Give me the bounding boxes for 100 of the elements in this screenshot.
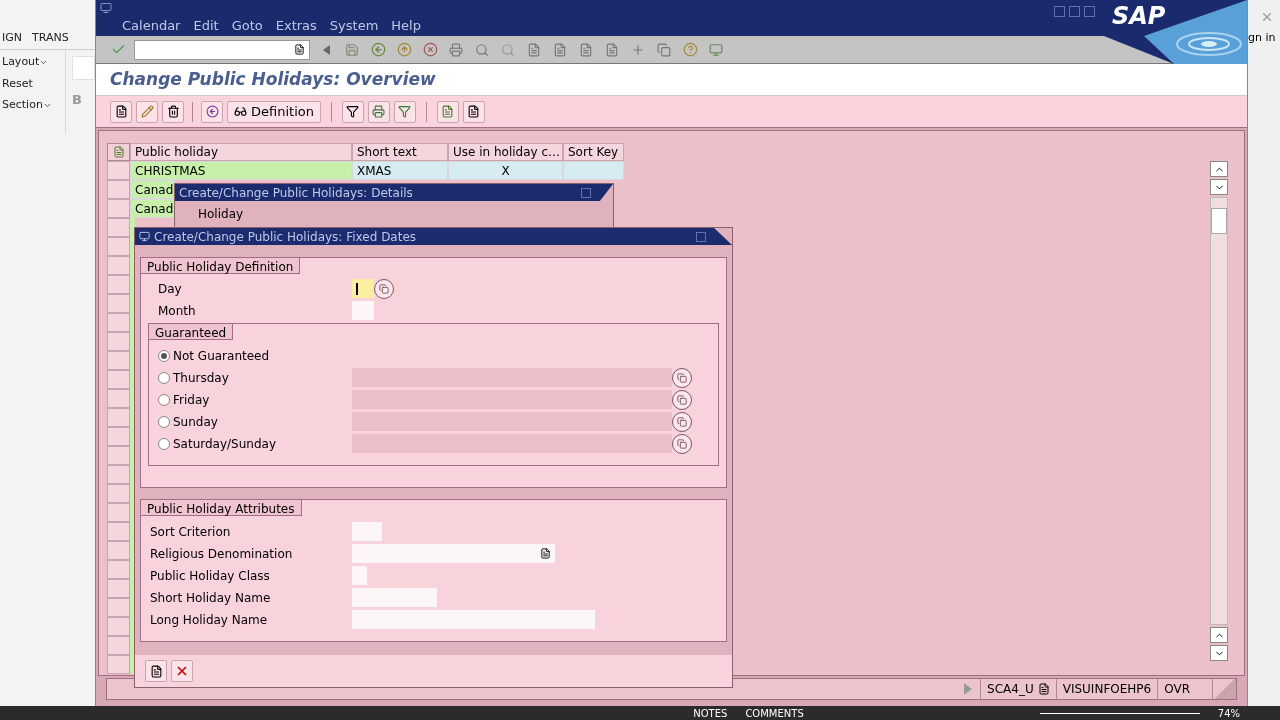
radio-option[interactable]: Thursday (158, 368, 352, 387)
command-field[interactable] (134, 39, 310, 60)
dropdown-icon (540, 548, 551, 559)
dropdown-field[interactable] (352, 544, 555, 563)
delete-button[interactable] (162, 100, 184, 123)
transfer-button[interactable] (201, 100, 223, 123)
menu-item[interactable]: System (329, 15, 379, 35)
sign-in-link[interactable]: gn in (1248, 30, 1280, 47)
group-title: Public Holiday Attributes (141, 500, 302, 516)
row-selector[interactable] (107, 218, 130, 237)
menu-item[interactable]: Calendar (122, 15, 181, 35)
value-help-button[interactable] (374, 278, 394, 299)
column-header[interactable]: Short text (352, 143, 448, 161)
row-selector[interactable] (107, 256, 130, 275)
menu-item[interactable]: Edit (193, 15, 219, 35)
close-icon[interactable] (581, 187, 591, 198)
row-selector[interactable] (107, 332, 130, 351)
scroll-thumb[interactable] (1211, 208, 1227, 234)
column-header[interactable]: Public holiday (130, 143, 352, 161)
expand-triangle-icon[interactable] (964, 683, 973, 695)
row-selector[interactable] (107, 503, 130, 522)
value-help-button[interactable] (672, 367, 692, 388)
new-button[interactable] (145, 660, 167, 682)
resize-grip-icon[interactable] (1212, 679, 1236, 699)
value-help-button[interactable] (672, 389, 692, 410)
row-selector[interactable] (107, 446, 130, 465)
ribbon-field[interactable] (72, 56, 95, 80)
row-selector[interactable] (107, 560, 130, 579)
ribbon-menu-item[interactable]: Layout (2, 54, 65, 71)
radio-option[interactable]: Sunday (158, 412, 352, 431)
input-field[interactable] (352, 522, 382, 541)
ribbon-menu-item[interactable]: Reset (2, 75, 65, 92)
row-selector[interactable] (107, 370, 130, 389)
row-selector[interactable] (107, 408, 130, 427)
maximize-icon[interactable] (1069, 6, 1080, 17)
column-header[interactable]: Sort Key (563, 143, 624, 161)
close-icon[interactable] (1260, 10, 1274, 24)
row-selector[interactable] (107, 598, 130, 617)
value-help-button[interactable] (672, 411, 692, 432)
input-field[interactable] (352, 301, 374, 320)
row-selector[interactable] (107, 351, 130, 370)
radio-option[interactable]: Friday (158, 390, 352, 409)
column-settings-button[interactable] (107, 143, 130, 161)
input-field[interactable] (352, 279, 374, 298)
close-icon[interactable] (696, 231, 706, 242)
row-selector[interactable] (107, 389, 130, 408)
row-selector[interactable] (107, 636, 130, 655)
menu-item[interactable]: Help (391, 15, 421, 35)
select-all-button[interactable] (436, 100, 459, 123)
input-field[interactable] (352, 434, 672, 453)
column-header[interactable]: Use in holiday c… (448, 143, 563, 161)
status-field: OVR (1164, 680, 1190, 698)
row-selector[interactable] (107, 199, 130, 218)
windows-icon (677, 416, 687, 427)
new-entry-button[interactable] (110, 100, 132, 123)
row-selector[interactable] (107, 484, 130, 503)
input-field[interactable] (352, 368, 672, 387)
input-field[interactable] (352, 588, 437, 607)
input-field[interactable] (352, 610, 595, 629)
row-selector[interactable] (107, 465, 130, 484)
row-selector[interactable] (107, 617, 130, 636)
row-selector[interactable] (107, 541, 130, 560)
radio-option[interactable]: Not Guaranteed (158, 346, 352, 365)
input-field[interactable] (352, 390, 672, 409)
radio-option[interactable]: Saturday/Sunday (158, 434, 352, 453)
scroll-down-button[interactable] (1210, 179, 1228, 195)
notes-button[interactable]: NOTES (693, 705, 728, 720)
row-selector[interactable] (107, 180, 130, 199)
minimize-icon[interactable] (1054, 6, 1065, 17)
input-field[interactable] (352, 412, 672, 431)
deselect-all-button[interactable] (462, 100, 485, 123)
subtotal-button[interactable] (393, 100, 416, 123)
definition-button[interactable]: Definition (227, 100, 321, 123)
scroll-down-button[interactable] (1210, 645, 1228, 661)
value-help-button[interactable] (672, 433, 692, 454)
vertical-scrollbar[interactable] (1210, 161, 1228, 661)
sort-button[interactable] (367, 100, 390, 123)
row-selector[interactable] (107, 237, 130, 256)
row-selector[interactable] (107, 655, 130, 674)
scroll-up-button[interactable] (1210, 161, 1228, 177)
row-selector[interactable] (107, 294, 130, 313)
row-selector[interactable] (107, 427, 130, 446)
row-selector[interactable] (107, 579, 130, 598)
search-icon (501, 42, 515, 57)
ribbon-tab[interactable]: TRANS (32, 30, 69, 47)
ribbon-menu-item[interactable]: Section (2, 97, 65, 114)
cancel-button[interactable] (171, 660, 193, 682)
row-selector[interactable] (107, 275, 130, 294)
comments-button[interactable]: COMMENTS (745, 705, 804, 720)
scroll-up-button[interactable] (1210, 627, 1228, 643)
close-icon[interactable] (1084, 6, 1095, 17)
filter-button[interactable] (341, 100, 364, 123)
dialog-title: Create/Change Public Holidays: Details (179, 184, 413, 202)
ribbon-tab[interactable]: IGN (2, 30, 22, 47)
row-selector[interactable] (107, 522, 130, 541)
row-selector[interactable] (107, 161, 130, 180)
input-field[interactable] (352, 566, 367, 585)
menu-item[interactable]: Goto (231, 15, 263, 35)
row-selector[interactable] (107, 313, 130, 332)
menu-item[interactable]: Extras (275, 15, 317, 35)
